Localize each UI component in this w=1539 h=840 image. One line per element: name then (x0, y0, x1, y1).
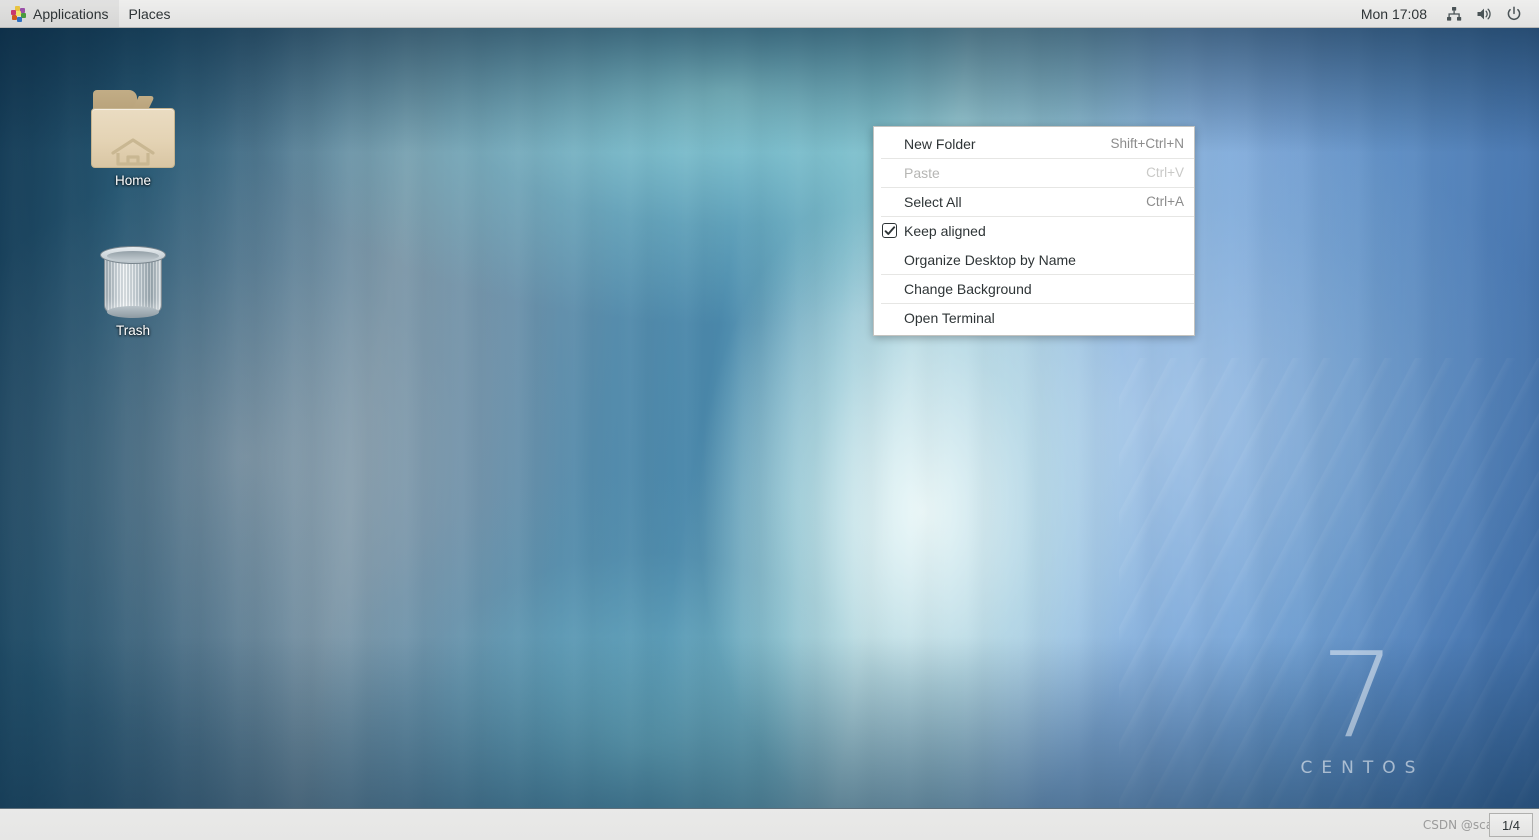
trash-rim-inner (107, 251, 159, 261)
menu-item-accelerator: Ctrl+V (1146, 165, 1184, 180)
menu-item-new-folder[interactable]: New Folder Shift+Ctrl+N (874, 129, 1194, 158)
centos-version-number: 7 (1320, 626, 1396, 764)
menu-item-label: Keep aligned (904, 222, 986, 239)
top-panel: Applications Places Mon 17:08 (0, 0, 1539, 28)
desktop-icon-home[interactable]: Home (78, 80, 188, 188)
network-icon[interactable] (1439, 0, 1469, 27)
places-menu-label: Places (128, 5, 171, 22)
menu-item-keep-aligned[interactable]: Keep aligned (874, 216, 1194, 245)
menu-item-organize-desktop-by-name[interactable]: Organize Desktop by Name (874, 245, 1194, 274)
menu-item-label: Select All (904, 193, 962, 210)
desktop-icon-trash[interactable]: Trash (78, 230, 188, 338)
menu-item-accelerator: Ctrl+A (1146, 194, 1184, 209)
desktop-icon-label: Trash (115, 323, 150, 338)
workspace-switcher[interactable]: 1/4 (1489, 813, 1533, 837)
volume-icon[interactable] (1469, 0, 1499, 27)
trash-can-icon (78, 230, 188, 318)
menu-item-change-background[interactable]: Change Background (874, 274, 1194, 303)
centos-wordmark: CENTOS (1300, 758, 1425, 778)
menu-item-select-all[interactable]: Select All Ctrl+A (874, 187, 1194, 216)
menu-item-label: New Folder (904, 135, 976, 152)
menu-item-label: Paste (904, 164, 940, 181)
clock[interactable]: Mon 17:08 (1349, 6, 1439, 22)
menu-item-label: Open Terminal (904, 309, 995, 326)
applications-menu-label: Applications (33, 5, 109, 22)
bottom-panel: CSDN @scanlo@4 1/4 (0, 808, 1539, 840)
panel-status-area: Mon 17:08 (1349, 0, 1539, 27)
check-icon (884, 225, 895, 235)
menu-item-label: Organize Desktop by Name (904, 251, 1076, 268)
trash-base (107, 306, 159, 318)
desktop-context-menu[interactable]: New Folder Shift+Ctrl+N Paste Ctrl+V Select … (873, 126, 1195, 336)
menu-item-open-terminal[interactable]: Open Terminal (874, 303, 1194, 332)
desktop-area[interactable]: 7 CENTOS Home Trash (0, 28, 1539, 808)
house-glyph-icon (111, 138, 155, 166)
menu-item-label: Change Background (904, 280, 1032, 297)
centos-branding: 7 CENTOS (1268, 636, 1448, 778)
gnome-foot-icon (10, 5, 26, 22)
power-icon[interactable] (1499, 0, 1529, 27)
home-folder-icon (78, 80, 188, 168)
menu-item-accelerator: Shift+Ctrl+N (1110, 136, 1184, 151)
applications-menu-button[interactable]: Applications (0, 0, 119, 27)
checkbox-keep-aligned[interactable] (882, 223, 897, 238)
desktop-icon-label: Home (114, 173, 151, 188)
menu-item-paste: Paste Ctrl+V (874, 158, 1194, 187)
folder-body (91, 108, 175, 168)
places-menu-button[interactable]: Places (119, 0, 181, 27)
